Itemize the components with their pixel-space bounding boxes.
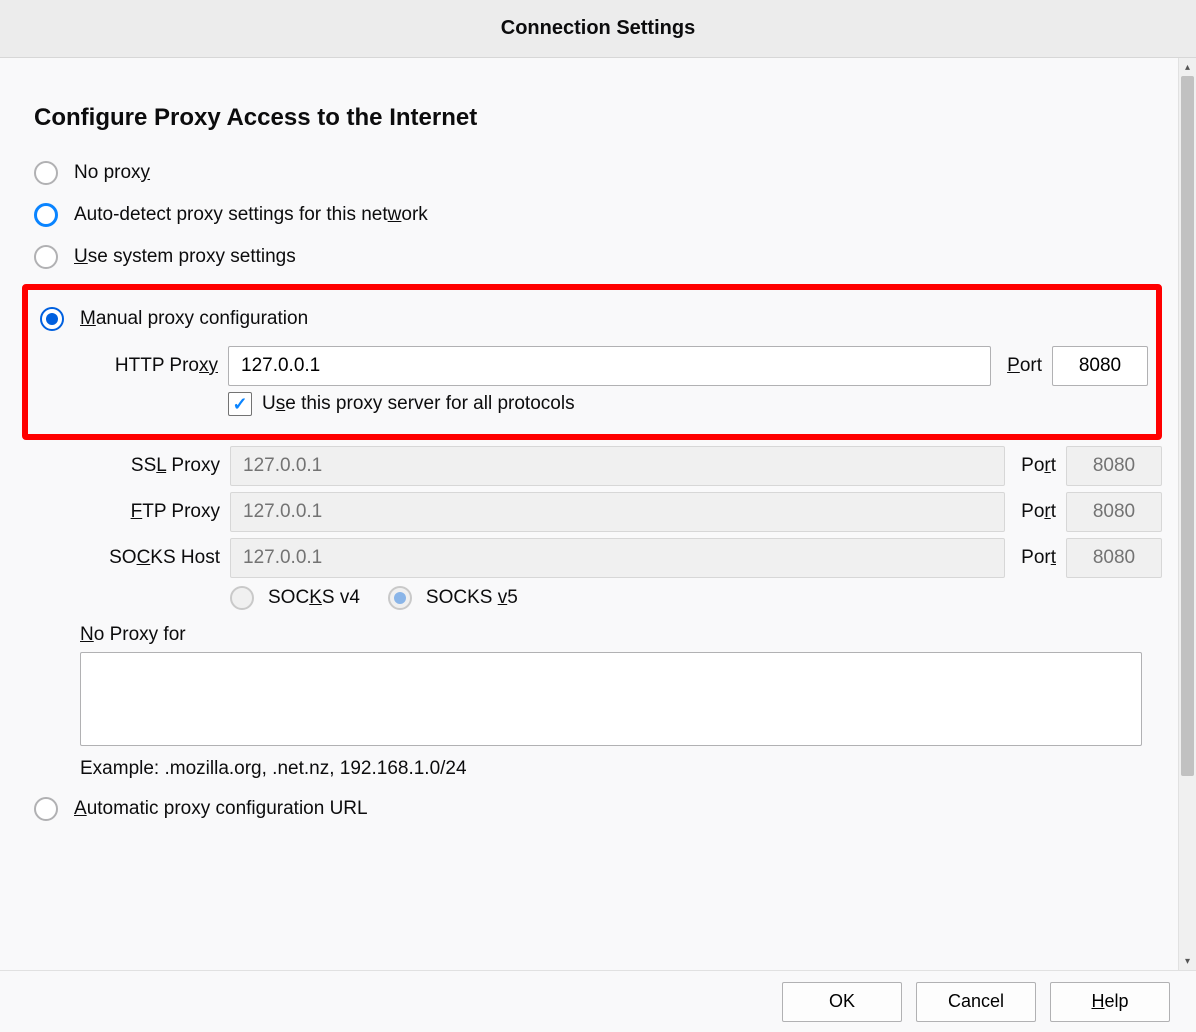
radio-manual-label: Manual proxy configuration bbox=[80, 308, 308, 330]
section-heading: Configure Proxy Access to the Internet bbox=[34, 104, 1162, 132]
socks-port-input bbox=[1066, 538, 1162, 578]
radio-auto-detect-row[interactable]: Auto-detect proxy settings for this netw… bbox=[34, 194, 1162, 236]
http-proxy-host-input[interactable] bbox=[228, 346, 991, 386]
socks-port-label: Port bbox=[1021, 547, 1056, 569]
radio-socks-v4 bbox=[230, 586, 254, 610]
radio-socks-v5 bbox=[388, 586, 412, 610]
ssl-proxy-port-input bbox=[1066, 446, 1162, 486]
no-proxy-example: Example: .mozilla.org, .net.nz, 192.168.… bbox=[80, 758, 1162, 780]
radio-auto-url-row[interactable]: Automatic proxy configuration URL bbox=[34, 788, 1162, 830]
ok-button[interactable]: OK bbox=[782, 982, 902, 1022]
scrollbar-thumb[interactable] bbox=[1181, 76, 1194, 776]
radio-use-system[interactable] bbox=[34, 245, 58, 269]
socks-version-row: SOCKS v4 SOCKS v5 bbox=[230, 586, 1162, 610]
radio-auto-detect[interactable] bbox=[34, 203, 58, 227]
http-proxy-port-input[interactable] bbox=[1052, 346, 1148, 386]
ssl-port-label: Port bbox=[1021, 455, 1056, 477]
radio-no-proxy-label: No proxy bbox=[74, 162, 150, 184]
radio-auto-config-url-label: Automatic proxy configuration URL bbox=[74, 798, 368, 820]
radio-socks-v4-label: SOCKS v4 bbox=[268, 587, 360, 609]
use-for-all-row[interactable]: Use this proxy server for all protocols bbox=[228, 392, 1148, 416]
socks-host-row: SOCKS Host Port bbox=[80, 538, 1162, 578]
ftp-proxy-row: FTP Proxy Port bbox=[80, 492, 1162, 532]
socks-host-label: SOCKS Host bbox=[80, 547, 220, 569]
ssl-proxy-label: SSL Proxy bbox=[80, 455, 220, 477]
content-area: ▴ ▾ Configure Proxy Access to the Intern… bbox=[0, 58, 1196, 970]
use-for-all-label: Use this proxy server for all protocols bbox=[262, 393, 575, 415]
socks-host-input bbox=[230, 538, 1005, 578]
http-port-label: Port bbox=[1007, 355, 1042, 377]
http-proxy-label: HTTP Proxy bbox=[78, 355, 218, 377]
ftp-port-label: Port bbox=[1021, 501, 1056, 523]
radio-manual[interactable] bbox=[40, 307, 64, 331]
vertical-scrollbar[interactable]: ▴ ▾ bbox=[1178, 58, 1196, 970]
radio-auto-config-url[interactable] bbox=[34, 797, 58, 821]
help-button[interactable]: Help bbox=[1050, 982, 1170, 1022]
ssl-proxy-row: SSL Proxy Port bbox=[80, 446, 1162, 486]
use-for-all-checkbox[interactable] bbox=[228, 392, 252, 416]
radio-socks-v5-label: SOCKS v5 bbox=[426, 587, 518, 609]
scroll-up-icon[interactable]: ▴ bbox=[1179, 58, 1196, 76]
radio-use-system-label: Use system proxy settings bbox=[74, 246, 296, 268]
no-proxy-for-label: No Proxy for bbox=[80, 624, 1162, 646]
manual-proxy-highlight: Manual proxy configuration HTTP Proxy Po… bbox=[22, 284, 1162, 440]
radio-no-proxy-row[interactable]: No proxy bbox=[34, 152, 1162, 194]
ftp-proxy-port-input bbox=[1066, 492, 1162, 532]
dialog-title: Connection Settings bbox=[0, 0, 1196, 58]
no-proxy-for-input[interactable] bbox=[80, 652, 1142, 746]
scroll-down-icon[interactable]: ▾ bbox=[1179, 952, 1196, 970]
ftp-proxy-host-input bbox=[230, 492, 1005, 532]
ftp-proxy-label: FTP Proxy bbox=[80, 501, 220, 523]
radio-no-proxy[interactable] bbox=[34, 161, 58, 185]
ssl-proxy-host-input bbox=[230, 446, 1005, 486]
cancel-button[interactable]: Cancel bbox=[916, 982, 1036, 1022]
radio-auto-detect-label: Auto-detect proxy settings for this netw… bbox=[74, 204, 428, 226]
radio-system-row[interactable]: Use system proxy settings bbox=[34, 236, 1162, 278]
radio-manual-row[interactable]: Manual proxy configuration bbox=[32, 298, 1148, 340]
http-proxy-row: HTTP Proxy Port bbox=[78, 346, 1148, 386]
dialog-footer: OK Cancel Help bbox=[0, 970, 1196, 1032]
